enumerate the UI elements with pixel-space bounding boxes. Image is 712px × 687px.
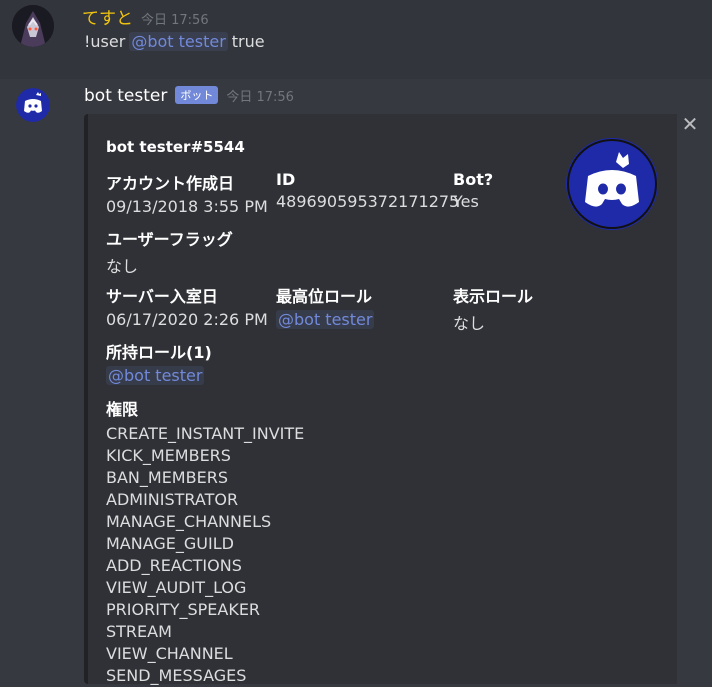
field-value-wrapper: @bot tester [106,366,212,385]
user-mention[interactable]: @bot tester [129,32,228,51]
embed-title: bot tester#5544 [106,138,245,156]
message-header: bot tester ボット 今日 17:56 [84,86,294,106]
arg-text: true [231,32,265,51]
field-name: ユーザーフラッグ [106,230,233,249]
permission-item: VIEW_AUDIT_LOG [106,578,247,597]
permission-item: ADD_REACTIONS [106,556,242,575]
permission-item: STREAM [106,622,172,641]
permission-item: KICK_MEMBERS [106,446,231,465]
field-value: Yes [453,192,479,211]
field-highest-role: 最高位ロール @bot tester [276,283,375,329]
timestamp: 今日 17:56 [226,90,294,105]
field-name: 所持ロール(1) [106,343,212,362]
close-icon[interactable]: ✕ [680,112,700,136]
field-joined: サーバー入室日 06/17/2020 2:26 PM [106,283,268,329]
field-value: なし [106,257,139,276]
username[interactable]: bot tester [84,86,167,106]
permission-item: MANAGE_GUILD [106,534,234,553]
permission-item: CREATE_INSTANT_INVITE [106,424,305,443]
bot-avatar[interactable] [16,88,50,122]
permission-list: CREATE_INSTANT_INVITE KICK_MEMBERS BAN_M… [106,423,304,687]
field-permissions: 権限 CREATE_INSTANT_INVITE KICK_MEMBERS BA… [106,396,304,687]
timestamp: 今日 17:56 [141,13,209,28]
field-name: アカウント作成日 [106,174,235,193]
field-value: 09/13/2018 3:55 PM [106,197,268,216]
embed-thumbnail[interactable] [566,138,658,230]
field-value: 06/17/2020 2:26 PM [106,310,268,329]
role-mention[interactable]: @bot tester [276,310,375,329]
field-bot: Bot? Yes [453,170,493,211]
permission-item: VIEW_CHANNEL [106,644,233,663]
permission-item: SEND_MESSAGES [106,666,247,685]
permission-item: ADMINISTRATOR [106,490,239,509]
message-content: !user @bot tester true [84,32,265,51]
field-name: 最高位ロール [276,287,373,306]
field-name: Bot? [453,170,494,189]
field-name: 表示ロール [453,287,534,306]
field-user-flags: ユーザーフラッグ なし [106,226,233,277]
permission-item: PRIORITY_SPEAKER [106,600,261,619]
field-id: ID 489690595372171275 [276,170,459,211]
role-mention[interactable]: @bot tester [106,366,205,385]
username[interactable]: てすと [82,4,133,29]
message-header: てすと 今日 17:56 [82,4,209,29]
discord-logo-icon [16,88,50,122]
command-text: !user [84,32,126,51]
field-name: ID [276,170,296,189]
user-info-embed: bot tester#5544 アカウント作成日 09/13/2018 3:55… [84,114,677,687]
permission-item: MANAGE_CHANNELS [106,512,272,531]
field-name: サーバー入室日 [106,287,218,306]
field-name: 権限 [106,400,139,419]
user-avatar[interactable] [12,5,54,47]
field-value: なし [453,314,486,333]
field-account-created: アカウント作成日 09/13/2018 3:55 PM [106,170,268,216]
field-value-wrapper: @bot tester [276,310,375,329]
permission-item: BAN_MEMBERS [106,468,228,487]
field-roles: 所持ロール(1) @bot tester [106,339,212,385]
field-display-role: 表示ロール なし [453,283,533,334]
message-user: てすと 今日 17:56 !user @bot tester true [0,0,712,79]
discord-logo-icon [566,138,658,230]
bot-tag: ボット [175,86,219,104]
field-value: 489690595372171275 [276,192,460,211]
